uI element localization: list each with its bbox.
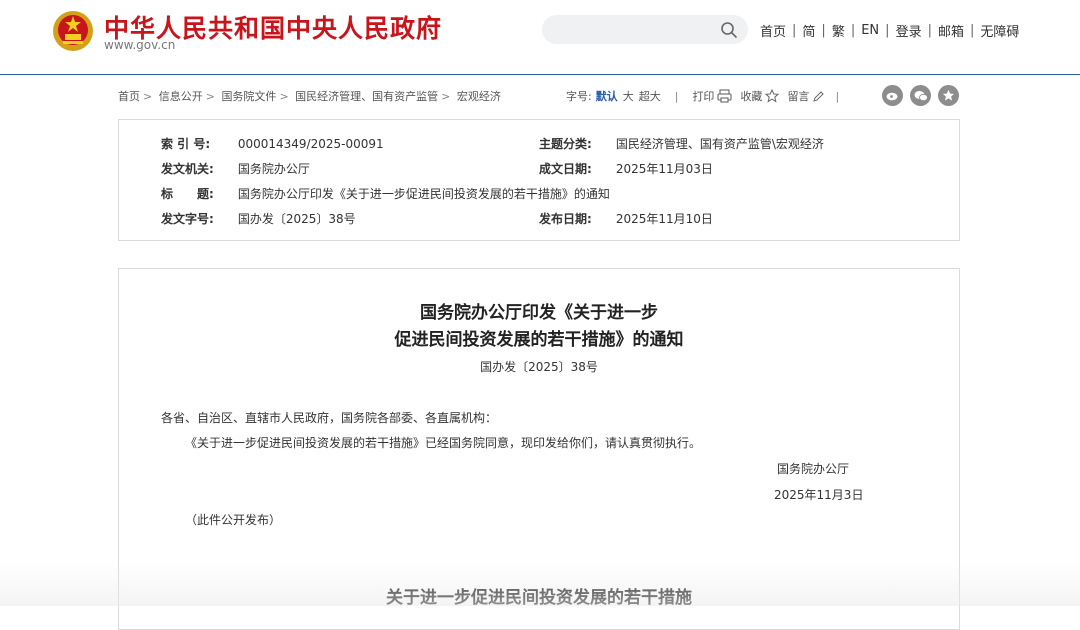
article-title-line2: 促进民间投资发展的若干措施》的通知 xyxy=(394,330,684,350)
article-signer: 国务院办公厅 xyxy=(777,462,850,476)
font-large-option[interactable]: 大 xyxy=(623,88,634,104)
article-body-paragraph: 《关于进一步促进民间投资发展的若干措施》已经国务院同意，现印发给你们，请认真贯彻… xyxy=(185,436,702,450)
article-body: 国务院办公厅印发《关于进一步 促进民间投资发展的若干措施》的通知 国办发〔202… xyxy=(118,268,960,630)
meta-docno-label: 发文字号: xyxy=(161,212,214,226)
site-header: 中华人民共和国中央人民政府 www.gov.cn 首页 | 简 | 繁 | EN | 登… xyxy=(0,0,1080,75)
meta-docno-value: 国办发〔2025〕38号 xyxy=(237,212,356,226)
article-title-line1: 国务院办公厅印发《关于进一步 xyxy=(420,303,658,323)
meta-published-label: 发布日期: xyxy=(539,212,592,226)
nav-traditional[interactable]: 繁 xyxy=(832,21,845,40)
tools-divider: | xyxy=(835,89,840,103)
meta-written-label: 成文日期: xyxy=(539,162,592,176)
meta-written-date: 成文日期: 2025年11月03日 xyxy=(539,160,713,177)
breadcrumb-home[interactable]: 首页 xyxy=(118,90,140,103)
breadcrumb-info[interactable]: 信息公开 xyxy=(159,90,203,103)
meta-issuer: 发文机关: 国务院办公厅 xyxy=(161,160,310,177)
meta-published-value: 2025年11月10日 xyxy=(615,212,713,226)
meta-index: 索 引 号: 000014349/2025-00091 xyxy=(161,135,384,152)
breadcrumb-arrow: > xyxy=(441,90,451,103)
font-default-option[interactable]: 默认 xyxy=(596,88,618,104)
printer-icon[interactable] xyxy=(717,89,732,103)
nav-simplified[interactable]: 简 xyxy=(802,21,815,40)
breadcrumb-arrow: > xyxy=(279,90,289,103)
breadcrumb-macro[interactable]: 宏观经济 xyxy=(457,90,501,103)
font-size-label: 字号: xyxy=(566,90,592,103)
national-emblem-icon[interactable] xyxy=(52,10,94,52)
comment-link[interactable]: 留言 xyxy=(787,88,809,104)
nav-mail[interactable]: 邮箱 xyxy=(938,21,964,40)
meta-written-value: 2025年11月03日 xyxy=(615,162,713,176)
meta-docno: 发文字号: 国办发〔2025〕38号 xyxy=(161,210,356,227)
print-link[interactable]: 打印 xyxy=(692,88,714,104)
search-input[interactable] xyxy=(542,15,748,44)
nav-divider: | xyxy=(792,23,797,38)
nav-divider: | xyxy=(969,23,975,38)
meta-title-value: 国务院办公厅印发《关于进一步促进民间投资发展的若干措施》的通知 xyxy=(237,187,610,201)
meta-index-label: 索 引 号: xyxy=(161,137,211,151)
search-icon[interactable] xyxy=(720,21,738,39)
breadcrumb-arrow: > xyxy=(143,90,153,103)
meta-category: 主题分类: 国民经济管理、国有资产监管\宏观经济 xyxy=(539,135,824,152)
breadcrumb-arrow: > xyxy=(205,90,215,103)
nav-divider: | xyxy=(927,23,932,38)
pencil-icon[interactable] xyxy=(812,90,825,103)
article-salutation: 各省、自治区、直辖市人民政府，国务院各部委、各直属机构： xyxy=(161,411,498,425)
article-date: 2025年11月3日 xyxy=(774,488,864,502)
top-nav: 首页 | 简 | 繁 | EN | 登录 | 邮箱 | 无障碍 xyxy=(760,21,1019,40)
site-url: www.gov.cn xyxy=(104,38,176,52)
meta-category-label: 主题分类: xyxy=(539,137,592,151)
breadcrumb-economy[interactable]: 国民经济管理、国有资产监管 xyxy=(295,90,438,103)
nav-login[interactable]: 登录 xyxy=(896,21,922,40)
breadcrumb: 首页 > 信息公开 > 国务院文件 > 国民经济管理、国有资产监管 > 宏观经济 xyxy=(118,88,501,104)
nav-divider: | xyxy=(885,23,890,38)
nav-accessibility[interactable]: 无障碍 xyxy=(980,21,1019,40)
meta-title-label: 标 题: xyxy=(161,187,214,201)
article-subtitle: 关于进一步促进民间投资发展的若干措施 xyxy=(386,588,692,608)
meta-title: 标 题: 国务院办公厅印发《关于进一步促进民间投资发展的若干措施》的通知 xyxy=(161,185,610,202)
nav-divider: | xyxy=(850,23,856,38)
wechat-icon[interactable] xyxy=(910,85,931,106)
font-xlarge-option[interactable]: 超大 xyxy=(639,88,661,104)
star-outline-icon[interactable] xyxy=(765,89,780,103)
nav-home[interactable]: 首页 xyxy=(760,21,786,40)
meta-issuer-value: 国务院办公厅 xyxy=(237,162,310,176)
tools-divider: | xyxy=(674,89,679,103)
nav-english[interactable]: EN xyxy=(861,23,879,38)
meta-published-date: 发布日期: 2025年11月10日 xyxy=(539,210,713,227)
document-metadata: 索 引 号: 000014349/2025-00091 主题分类: 国民经济管理… xyxy=(118,119,960,241)
share-buttons xyxy=(882,85,959,106)
breadcrumb-state-council-docs[interactable]: 国务院文件 xyxy=(221,90,276,103)
favorite-link[interactable]: 收藏 xyxy=(740,88,762,104)
article-public-note: （此件公开发布） xyxy=(185,513,282,527)
meta-category-value: 国民经济管理、国有资产监管\宏观经济 xyxy=(615,137,824,151)
page-tools: 字号: 默认 大 超大 | 打印 收藏 留言 | xyxy=(566,88,849,104)
star-icon[interactable] xyxy=(938,85,959,106)
meta-issuer-label: 发文机关: xyxy=(161,162,214,176)
meta-index-value: 000014349/2025-00091 xyxy=(237,137,384,151)
article-doc-number: 国办发〔2025〕38号 xyxy=(480,360,598,374)
weibo-icon[interactable] xyxy=(882,85,903,106)
nav-divider: | xyxy=(821,23,826,38)
